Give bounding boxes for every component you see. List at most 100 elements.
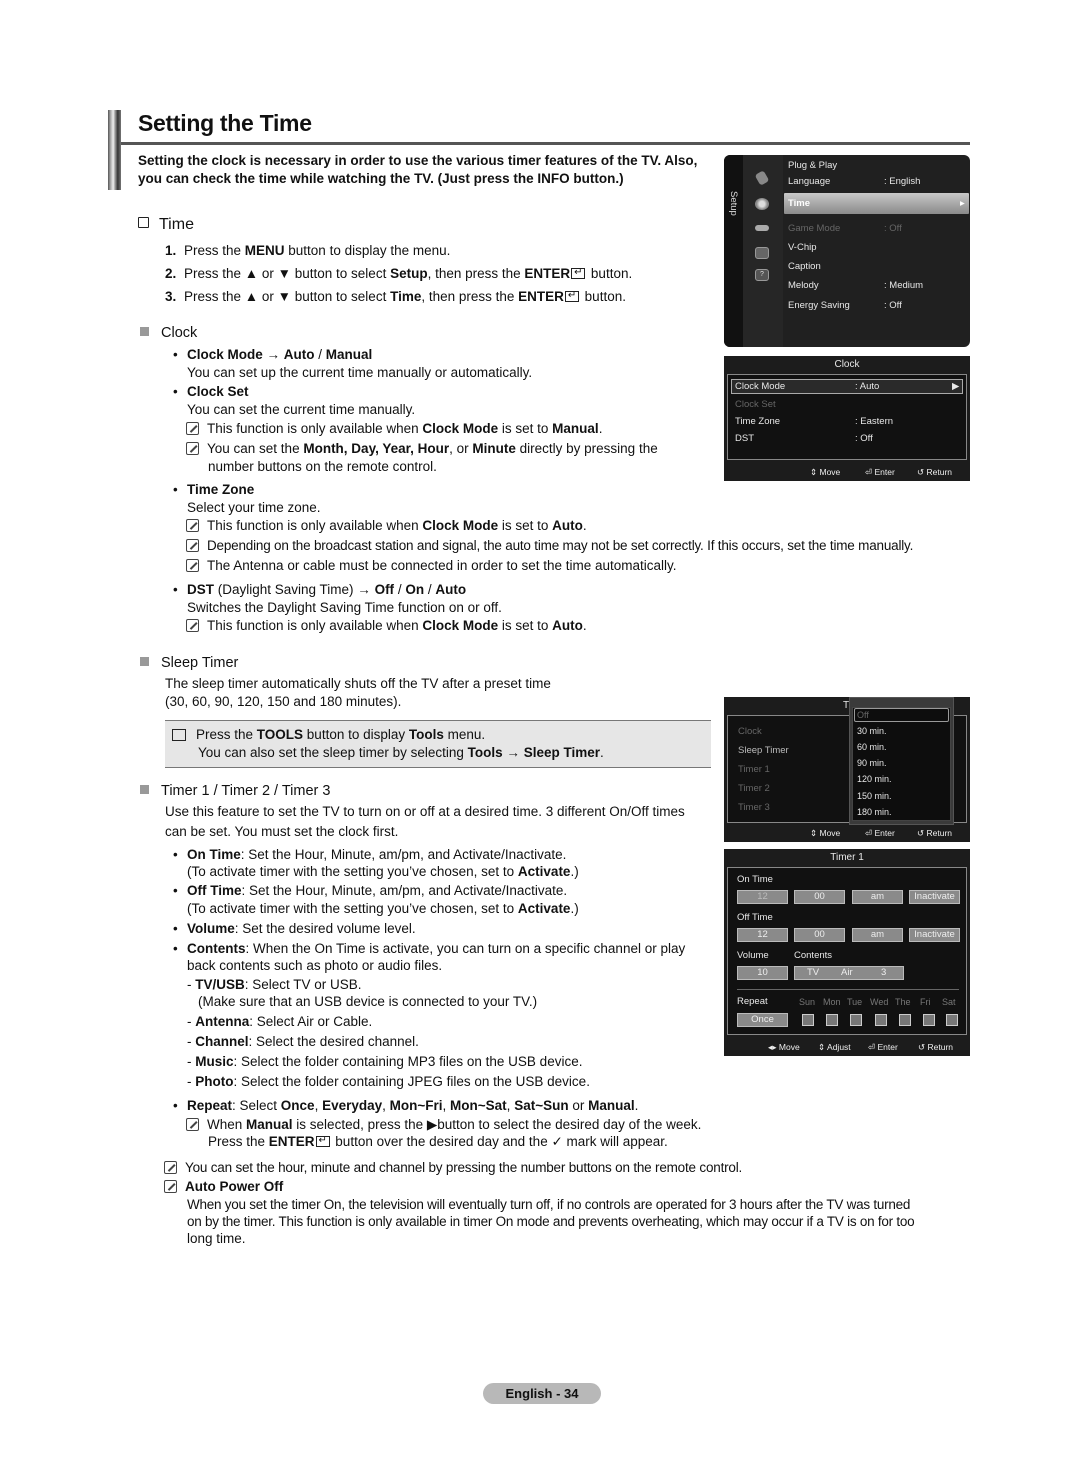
step-bold: ENTER xyxy=(524,266,571,281)
leftright-icon: ◂▸ xyxy=(768,1042,777,1052)
step-1: 1. Press the MENU button to display the m… xyxy=(165,242,450,260)
wed-checkbox[interactable] xyxy=(875,1014,887,1026)
picture-category-icon[interactable] xyxy=(754,170,770,186)
menu-item-melody[interactable]: Melody xyxy=(788,280,819,292)
option-text: Once xyxy=(280,1098,315,1113)
option-120-min[interactable]: 120 min. xyxy=(857,773,892,785)
note-icon xyxy=(164,1161,177,1174)
fri-checkbox[interactable] xyxy=(923,1014,935,1026)
dst-item: • DST (Daylight Saving Time) → Off / On /… xyxy=(173,581,467,599)
repeat-field[interactable]: Once xyxy=(737,1013,788,1027)
day-fri: Fri xyxy=(920,997,931,1007)
sep: , xyxy=(382,1098,390,1113)
option-180-min[interactable]: 180 min. xyxy=(857,806,892,818)
note-text: . xyxy=(582,518,587,533)
sub-text: : Select Air or Cable. xyxy=(249,1014,373,1029)
option-60-min[interactable]: 60 min. xyxy=(857,741,887,753)
osd-sleep-footer: ⇕ Move ⏎ Enter ↺ Return xyxy=(724,822,970,842)
contents-sub-channel: - Channel: Select the desired channel. xyxy=(187,1034,419,1049)
setup-gear-icon[interactable] xyxy=(755,198,769,210)
option-90-min[interactable]: 90 min. xyxy=(857,757,887,769)
setup-tab[interactable] xyxy=(724,155,743,347)
osd-timer-footer: ◂▸ Move ⇕ Adjust ⏎ Enter ↺ Return xyxy=(724,1036,970,1056)
item-text: : Set the Hour, Minute, am/pm, and Activ… xyxy=(240,847,567,862)
auto-power-off-line-1: When you set the timer On, the televisio… xyxy=(187,1197,911,1212)
on-ampm-field[interactable]: am xyxy=(852,890,903,904)
step-text: Press the ▲ or ▼ button to select xyxy=(184,266,391,281)
note-text: is set to xyxy=(498,518,553,533)
option-off[interactable]: Off xyxy=(857,709,869,721)
option-text: Auto xyxy=(435,582,467,597)
dst-row[interactable]: DST xyxy=(735,433,754,445)
on-minute-field[interactable]: 00 xyxy=(794,890,845,904)
on-hour-field[interactable]: 12 xyxy=(737,890,788,904)
return-label: Return xyxy=(926,467,953,477)
application-category-icon[interactable] xyxy=(755,247,769,259)
bullet-icon: • xyxy=(173,384,178,399)
on-activate-field[interactable]: Inactivate xyxy=(909,890,960,904)
contents-sub-antenna: - Antenna: Select Air or Cable. xyxy=(187,1014,373,1029)
off-activate-field[interactable]: Inactivate xyxy=(909,928,960,942)
auto-power-off-line-3: long time. xyxy=(187,1231,246,1246)
contents-item: • Contents: When the On Time is activate,… xyxy=(173,940,685,958)
tip-bold: TOOLS xyxy=(256,727,304,742)
step-3: 3. Press the ▲ or ▼ button to select Time… xyxy=(165,287,626,306)
auto-power-off-line-2: on by the timer. This function is only a… xyxy=(187,1214,915,1229)
menu-item-plug-play[interactable]: Plug & Play xyxy=(788,160,837,172)
tue-checkbox[interactable] xyxy=(850,1014,862,1026)
menu-item-energy-saving[interactable]: Energy Saving xyxy=(788,300,850,312)
mon-checkbox[interactable] xyxy=(826,1014,838,1026)
intro-line-2: you can check the time while watching th… xyxy=(138,171,624,186)
tip-bold: Sleep Timer xyxy=(523,745,600,760)
repeat-label: Repeat xyxy=(737,996,768,1007)
menu-item-caption[interactable]: Caption xyxy=(788,261,821,273)
option-text: Auto xyxy=(283,347,315,362)
option-150-min[interactable]: 150 min. xyxy=(857,790,892,802)
sat-checkbox[interactable] xyxy=(946,1014,958,1026)
time-zone-row[interactable]: Time Zone xyxy=(735,416,780,428)
enter-icon: ⏎ xyxy=(868,1042,876,1052)
off-minute-field[interactable]: 00 xyxy=(794,928,845,942)
number-buttons-note: You can set the hour, minute and channel… xyxy=(164,1159,742,1177)
repeat-note-2: Press the ENTER button over the desired … xyxy=(208,1132,668,1151)
time-zone-item: • Time Zone xyxy=(173,481,254,499)
clock-set-item: • Clock Set xyxy=(173,383,249,401)
sleep-timer-row[interactable]: Sleep Timer xyxy=(738,745,789,757)
day-sun: Sun xyxy=(799,997,816,1007)
time-zone-note-3: The Antenna or cable must be connected i… xyxy=(186,557,677,575)
step-bold: MENU xyxy=(244,243,285,258)
contents-field[interactable]: TV Air 3 xyxy=(794,966,904,980)
note-text: . xyxy=(598,421,603,436)
auto-power-off-heading: Auto Power Off xyxy=(164,1178,283,1196)
off-hour-field[interactable]: 12 xyxy=(737,928,788,942)
item-text: (To activate timer with the setting you’… xyxy=(187,864,518,879)
support-help-icon[interactable]: ? xyxy=(755,269,769,281)
selected-item-highlight[interactable] xyxy=(784,193,969,214)
move-hint: ⇕ Move xyxy=(810,827,840,839)
input-category-icon[interactable] xyxy=(755,225,769,231)
bullet-icon: • xyxy=(173,1098,178,1113)
note-bold: Auto xyxy=(552,518,583,533)
note-text: , or xyxy=(449,441,473,456)
right-arrow-icon[interactable]: ▶ xyxy=(952,381,959,393)
thu-checkbox[interactable] xyxy=(899,1014,911,1026)
enter-icon: ⏎ xyxy=(865,828,873,838)
menu-item-time[interactable]: Time xyxy=(788,198,810,210)
step-text: button. xyxy=(580,289,626,304)
option-30-min[interactable]: 30 min. xyxy=(857,725,887,737)
arrow-text: → xyxy=(262,347,284,362)
intro-line-1: Setting the clock is necessary in order … xyxy=(138,153,698,168)
menu-item-v-chip[interactable]: V-Chip xyxy=(788,242,817,254)
note-text: is set to xyxy=(498,618,553,633)
note-text: Depending on the broadcast station and s… xyxy=(207,538,914,553)
menu-item-language[interactable]: Language xyxy=(788,176,830,188)
gray-square-icon xyxy=(140,327,149,336)
off-ampm-field[interactable]: am xyxy=(852,928,903,942)
volume-field[interactable]: 10 xyxy=(737,966,788,980)
sleep-timer-dropdown[interactable]: Off 30 min. 60 min. 90 min. 120 min. 150… xyxy=(849,697,954,825)
sleep-timer-desc-1: The sleep timer automatically shuts off … xyxy=(165,676,551,691)
sun-checkbox[interactable] xyxy=(802,1014,814,1026)
title-divider xyxy=(121,142,970,145)
return-label: Return xyxy=(926,828,953,838)
enter-label: Enter xyxy=(877,1042,898,1052)
